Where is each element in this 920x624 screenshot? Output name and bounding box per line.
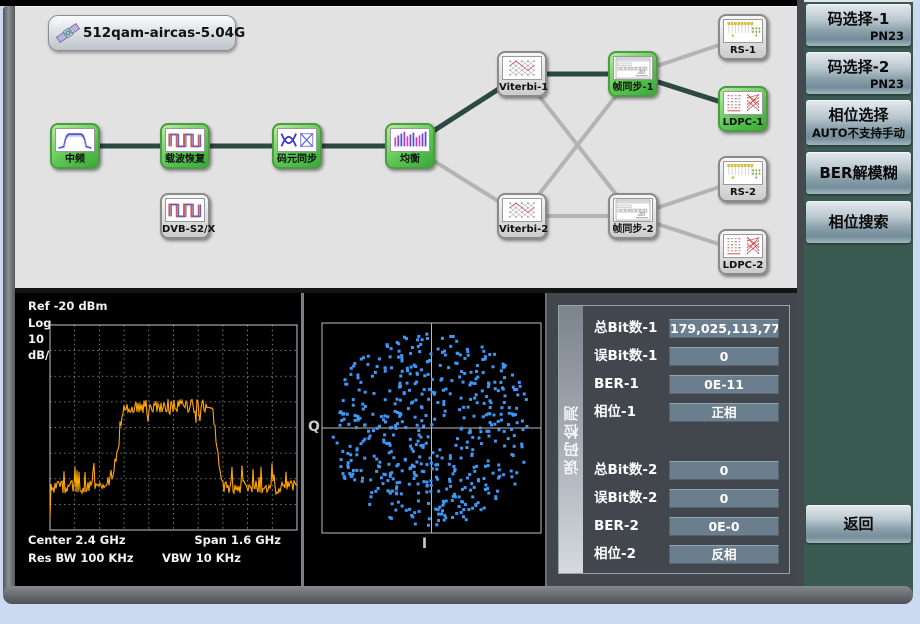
node-label-ldpc1: LDPC-1 [720,115,766,130]
sidebar-button-label: 相位选择 [806,104,911,125]
ldpc-icon [723,91,763,115]
spectrum-center-label: Center 2.4 GHz [28,533,126,547]
node-viterbi2[interactable]: Viterbi-2 [497,193,547,239]
node-label-frame1: 帧同步-1 [610,80,656,95]
ldpc-icon [723,234,763,258]
ber-value-3: 0E-11 [669,375,779,394]
node-rs1[interactable]: RS-1 [718,14,768,60]
sidebar-button-phase-search[interactable]: 相位搜索 [806,201,911,243]
ber-stats-box: 误码检测 总Bit数-1 179,025,113,776 误Bit数-1 0 BER-1… [558,305,790,574]
node-label-carrier: 载波恢复 [162,152,208,167]
node-viterbi1[interactable]: Viterbi-1 [497,51,547,97]
ber-label-2: 误Bit数-1 [594,347,657,366]
ber-label-7: BER-2 [594,517,639,536]
sidebar-button-code-select-1[interactable]: 码选择-1PN23 [806,4,911,46]
trellis-icon [502,198,542,222]
ber-label-1: 总Bit数-1 [594,319,657,338]
spectrum-icon [55,128,95,152]
satellite-icon [55,21,81,45]
node-label-viterbi2: Viterbi-2 [499,222,545,237]
left-border [3,6,15,596]
sidebar-button-label: BER解模糊 [806,152,911,194]
node-carrier[interactable]: 载波恢复 [160,123,210,169]
sidebar-button-sublabel: PN23 [806,29,911,43]
eye-icon [277,128,317,152]
frame-icon [613,56,653,80]
rs-icon [723,161,763,185]
sidebar-button-sublabel: AUTO不支持手动 [806,125,911,141]
constellation-panel: Q I [304,293,545,586]
node-ldpc1[interactable]: LDPC-1 [718,86,768,132]
node-frame2[interactable]: 帧同步-2 [608,193,658,239]
wave-icon [165,198,205,222]
wave-icon [165,128,205,152]
ber-label-4: 相位-1 [594,403,636,422]
node-label-equalizer: 均衡 [387,152,433,167]
ber-value-1: 179,025,113,776 [669,319,779,338]
ber-value-8: 反相 [669,545,779,564]
node-symsync[interactable]: 码元同步 [272,123,322,169]
sidebar-button-label: 码选择-2 [806,56,911,77]
sidebar-button-ber-deambiguity[interactable]: BER解模糊 [806,152,911,194]
application-window: 中频 载波恢复 码元同步 均衡 DVB-S2/X Viterbi-1 帧同步-1 RS-1 L… [0,0,920,624]
node-label-frame2: 帧同步-2 [610,222,656,237]
ber-label-8: 相位-2 [594,545,636,564]
ber-side-label: 误码检测 [559,306,583,573]
signal-title-button[interactable]: 512qam-aircas-5.04G [48,15,236,51]
node-label-if: 中频 [52,152,98,167]
spectrum-span-label: Span 1.6 GHz [194,533,281,547]
ber-label-5: 总Bit数-2 [594,461,657,480]
sidebar-button-label: 码选择-1 [806,8,911,29]
node-ldpc2[interactable]: LDPC-2 [718,229,768,275]
sidebar: 码选择-1PN23码选择-2PN23相位选择AUTO不支持手动BER解模糊相位搜… [804,0,913,594]
ber-value-6: 0 [669,489,779,508]
frame-icon [613,198,653,222]
trellis-icon [502,56,542,80]
bottom-border [3,586,913,604]
node-rs2[interactable]: RS-2 [718,156,768,202]
ber-label-6: 误Bit数-2 [594,489,657,508]
spectrum-panel: Ref -20 dBm Log 10 dB/ Center 2.4 GHz Sp… [15,293,301,586]
rs-icon [723,19,763,43]
sidebar-border [797,0,804,604]
node-frame1[interactable]: 帧同步-1 [608,51,658,97]
ber-panel: 误码检测 总Bit数-1 179,025,113,776 误Bit数-1 0 BER-1… [547,293,797,586]
signal-title-label: 512qam-aircas-5.04G [83,25,245,41]
node-if[interactable]: 中频 [50,123,100,169]
ber-value-7: 0E-0 [669,517,779,536]
sidebar-button-label: 相位搜索 [806,201,911,243]
node-label-rs1: RS-1 [720,43,766,58]
back-button[interactable]: 返回 [806,505,911,543]
constellation-q-label: Q [308,419,320,435]
back-button-label: 返回 [806,505,911,543]
node-equalizer[interactable]: 均衡 [385,123,435,169]
ber-label-3: BER-1 [594,375,639,394]
sidebar-button-phase-select[interactable]: 相位选择AUTO不支持手动 [806,100,911,145]
node-label-dvb: DVB-S2/X [162,222,208,237]
sidebar-button-code-select-2[interactable]: 码选择-2PN23 [806,52,911,94]
sidebar-button-sublabel: PN23 [806,77,911,91]
bars-icon [390,128,430,152]
ber-value-4: 正相 [669,403,779,422]
node-dvb[interactable]: DVB-S2/X [160,193,210,239]
node-label-ldpc2: LDPC-2 [720,258,766,273]
ber-value-5: 0 [669,461,779,480]
constellation-i-label: I [304,536,545,552]
spectrum-rbw-label: Res BW 100 KHz [28,551,134,565]
node-label-rs2: RS-2 [720,185,766,200]
ber-value-2: 0 [669,347,779,366]
node-label-viterbi1: Viterbi-1 [499,80,545,95]
spectrum-vbw-label: VBW 10 KHz [162,551,241,565]
node-label-symsync: 码元同步 [274,152,320,167]
diagram-panel: 中频 载波恢复 码元同步 均衡 DVB-S2/X Viterbi-1 帧同步-1 RS-1 L… [15,6,797,289]
